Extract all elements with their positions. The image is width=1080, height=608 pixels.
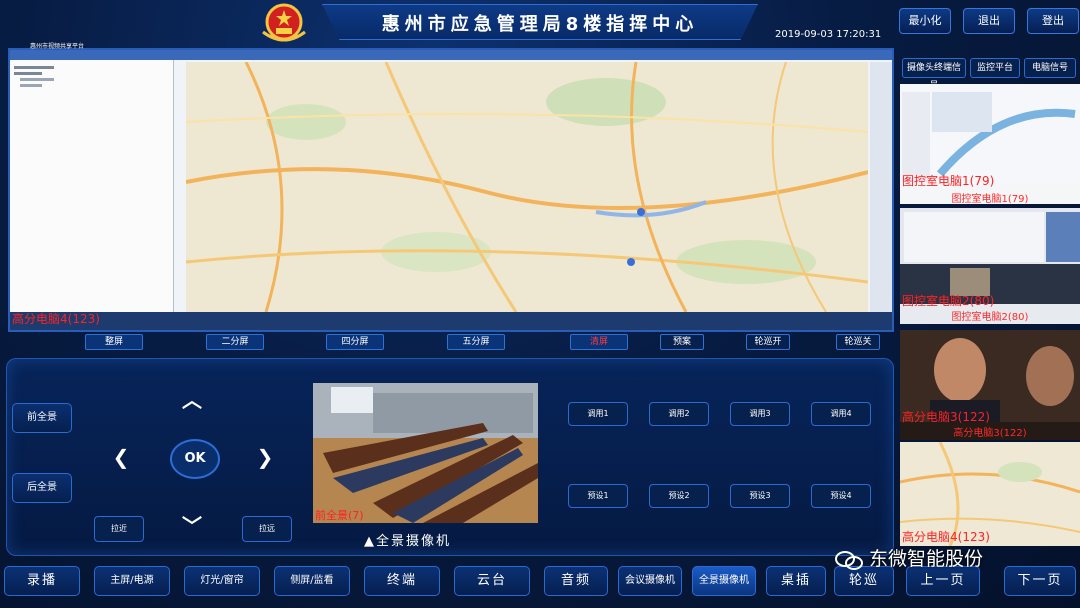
two-split-button[interactable]: 二分屏 bbox=[206, 334, 264, 350]
light-curtain-button[interactable]: 灯光/窗帘 bbox=[184, 566, 260, 596]
thumbnail-2[interactable]: 图控室电脑2(80) 图控室电脑2(80) bbox=[900, 208, 1080, 324]
main-display-screen[interactable]: 惠州市视频共享平台 高分电脑4(123) bbox=[8, 43, 894, 332]
preset-2-button[interactable]: 预设2 bbox=[649, 484, 709, 508]
zoom-near-button[interactable]: 拉近 bbox=[94, 516, 144, 542]
windows-taskbar bbox=[10, 312, 892, 330]
city-map-view[interactable] bbox=[186, 62, 868, 312]
preset-3-button[interactable]: 预设3 bbox=[730, 484, 790, 508]
camera-title: ▲全景摄像机 bbox=[364, 534, 451, 549]
datetime-display: 2019-09-03 17:20:31 bbox=[775, 29, 882, 40]
recall-3-button[interactable]: 调用3 bbox=[730, 402, 790, 426]
meeting-camera-button[interactable]: 会议摄像机 bbox=[618, 566, 682, 596]
thumbnail-1[interactable]: 图控室电脑1(79) 图控室电脑1(79) bbox=[900, 84, 1080, 204]
record-button[interactable]: 录播 bbox=[4, 566, 80, 596]
map-toolbar[interactable] bbox=[870, 62, 892, 312]
platform-title: 惠州市视频共享平台 bbox=[30, 43, 85, 50]
window-titlebar: 惠州市视频共享平台 bbox=[10, 43, 892, 60]
thumbnail-3-caption: 高分电脑3(122) bbox=[953, 428, 1027, 439]
tree-lines-icon bbox=[14, 66, 54, 87]
page-title: 惠州市应急管理局8楼指挥中心 bbox=[381, 14, 699, 35]
thumbnail-desktop-image bbox=[900, 208, 1080, 304]
recall-4-button[interactable]: 调用4 bbox=[811, 402, 871, 426]
wechat-icon bbox=[835, 550, 863, 570]
zoom-far-button[interactable]: 拉远 bbox=[242, 516, 292, 542]
brand-watermark: 东微智能股份 bbox=[835, 544, 983, 571]
side-screen-button[interactable]: 侧屏/监看 bbox=[274, 566, 350, 596]
front-panorama-button[interactable]: 前全景 bbox=[12, 403, 72, 433]
header: 惠州市应急管理局8楼指挥中心 2019-09-03 17:20:31 最小化 退… bbox=[0, 0, 1080, 46]
thumbnail-3-overlay: 高分电脑3(122) bbox=[902, 410, 990, 424]
desktop-button[interactable]: 桌插 bbox=[766, 566, 826, 596]
thumbnail-3[interactable]: 高分电脑3(122) 高分电脑3(122) bbox=[900, 330, 1080, 440]
up-arrow-icon[interactable]: ︿ bbox=[177, 384, 207, 413]
conference-room-image bbox=[313, 383, 538, 523]
thumbnail-4[interactable]: 高分电脑4(123) bbox=[900, 442, 1080, 546]
recall-1-button[interactable]: 调用1 bbox=[568, 402, 628, 426]
five-split-button[interactable]: 五分屏 bbox=[447, 334, 505, 350]
next-page-button[interactable]: 下一页 bbox=[1004, 566, 1076, 596]
preset-1-button[interactable]: 预设1 bbox=[568, 484, 628, 508]
recall-2-button[interactable]: 调用2 bbox=[649, 402, 709, 426]
camera-view-label: 前全景(7) bbox=[315, 509, 364, 522]
thumbnail-1-caption: 图控室电脑1(79) bbox=[951, 194, 1029, 204]
preset-4-button[interactable]: 预设4 bbox=[811, 484, 871, 508]
logout-button[interactable]: 登出 bbox=[1027, 8, 1079, 34]
right-arrow-icon[interactable]: ❯ bbox=[250, 445, 280, 469]
rear-panorama-button[interactable]: 后全景 bbox=[12, 473, 72, 503]
watermark-text: 东微智能股份 bbox=[869, 548, 984, 570]
minimize-button[interactable]: 最小化 bbox=[899, 8, 951, 34]
thumbnail-1-overlay: 图控室电脑1(79) bbox=[902, 174, 995, 188]
source-label: 高分电脑4(123) bbox=[12, 312, 100, 326]
terminal-button[interactable]: 终端 bbox=[364, 566, 440, 596]
ptz-button[interactable]: 云台 bbox=[454, 566, 530, 596]
thumbnail-4-overlay: 高分电脑4(123) bbox=[902, 530, 990, 544]
tab-monitor-platform[interactable]: 监控平台 bbox=[970, 58, 1020, 78]
plan-button[interactable]: 预案 bbox=[660, 334, 704, 350]
device-tree-panel[interactable] bbox=[10, 60, 174, 312]
exit-button[interactable]: 退出 bbox=[963, 8, 1015, 34]
left-arrow-icon[interactable]: ❮ bbox=[106, 445, 136, 469]
full-screen-button[interactable]: 整屏 bbox=[85, 334, 143, 350]
national-emblem-icon bbox=[262, 3, 306, 42]
thumbnail-2-caption: 图控室电脑2(80) bbox=[951, 312, 1029, 323]
audio-button[interactable]: 音频 bbox=[544, 566, 608, 596]
four-split-button[interactable]: 四分屏 bbox=[326, 334, 384, 350]
tab-camera-signal[interactable]: 摄像头终端信号 bbox=[902, 58, 966, 91]
camera-preview[interactable]: 前全景(7) bbox=[313, 383, 538, 523]
clear-screen-button[interactable]: 清屏 bbox=[570, 334, 628, 350]
thumbnail-2-overlay: 图控室电脑2(80) bbox=[902, 294, 995, 308]
panorama-camera-button[interactable]: 全景摄像机 bbox=[692, 566, 756, 596]
ok-button[interactable]: OK bbox=[170, 439, 220, 479]
thumbnail-map-image bbox=[900, 84, 1080, 184]
main-screen-power-button[interactable]: 主屏/电源 bbox=[94, 566, 170, 596]
patrol-on-button[interactable]: 轮巡开 bbox=[746, 334, 790, 350]
patrol-off-button[interactable]: 轮巡关 bbox=[836, 334, 880, 350]
map-roads-icon bbox=[186, 62, 868, 312]
tab-pc-signal[interactable]: 电脑信号 bbox=[1024, 58, 1076, 78]
down-arrow-icon[interactable]: ﹀ bbox=[177, 510, 207, 539]
